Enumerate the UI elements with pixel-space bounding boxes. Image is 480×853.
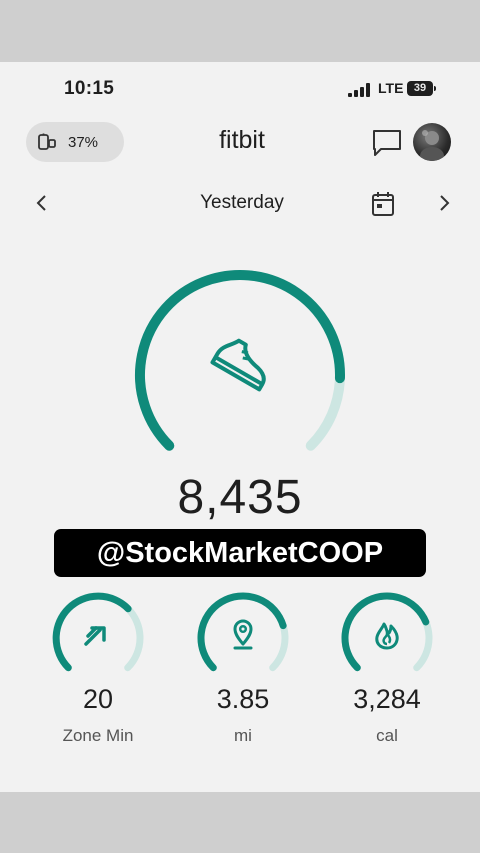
zone-minutes-stat[interactable]: 20 Zone Min	[38, 588, 158, 745]
status-time: 10:15	[64, 78, 115, 99]
network-type: LTE	[378, 80, 404, 96]
app-header: 37% fitbit	[0, 118, 480, 168]
device-battery-icon	[38, 133, 56, 150]
device-battery-percent: 37%	[68, 134, 99, 151]
flame-icon	[375, 622, 399, 650]
distance-ring	[197, 592, 289, 672]
device-battery-button[interactable]: 37%	[26, 122, 124, 162]
date-label: Yesterday	[200, 192, 284, 213]
zone-minutes-ring	[52, 592, 144, 672]
battery-indicator: 39	[407, 81, 437, 96]
status-bar: 10:15 LTE 39	[0, 62, 480, 118]
steps-count: 8,435	[177, 471, 303, 524]
cell-signal-icon	[348, 83, 370, 97]
zone-minutes-label: Zone Min	[62, 726, 134, 745]
zone-arrow-icon	[84, 626, 106, 646]
date-navigation: Yesterday	[0, 184, 480, 224]
location-pin-icon	[233, 619, 253, 650]
chevron-right-icon[interactable]	[434, 192, 454, 214]
distance-stat[interactable]: 3.85 mi	[183, 588, 303, 745]
steps-progress-ring[interactable]	[125, 260, 355, 490]
calories-label: cal	[376, 726, 398, 745]
messages-icon[interactable]	[371, 128, 403, 158]
phone-screen: 10:15 LTE 39 37% fitbit Yesterday 8,435 …	[0, 62, 480, 792]
distance-value: 3.85	[216, 684, 270, 714]
profile-avatar[interactable]	[413, 123, 451, 161]
distance-label: mi	[234, 726, 252, 745]
shoe-icon	[210, 338, 266, 392]
calories-ring	[341, 592, 433, 672]
calendar-icon[interactable]	[370, 190, 396, 218]
calories-value: 3,284	[353, 684, 421, 714]
avatar-image	[420, 130, 444, 161]
app-title: fitbit	[219, 126, 265, 154]
zone-minutes-value: 20	[82, 684, 114, 714]
chevron-left-icon[interactable]	[32, 192, 52, 214]
calories-stat[interactable]: 3,284 cal	[327, 588, 447, 745]
watermark-banner: @StockMarketCOOP	[54, 529, 426, 577]
battery-level: 39	[413, 82, 427, 94]
steps-ring-progress	[135, 270, 345, 451]
